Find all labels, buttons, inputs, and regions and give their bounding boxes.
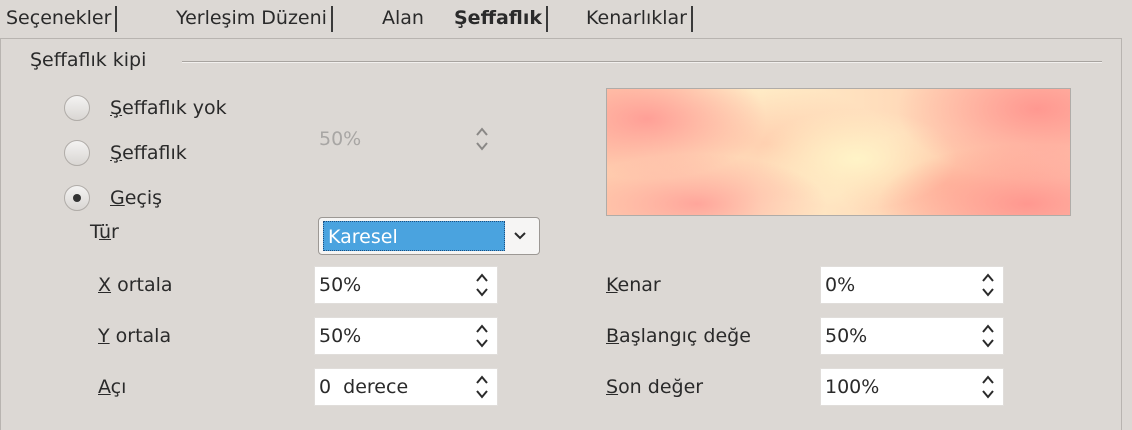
- tab-area[interactable]: Alan: [376, 0, 424, 36]
- up-down-chevron-icon[interactable]: [467, 126, 497, 152]
- tab-options[interactable]: Seçenekler: [0, 0, 118, 36]
- dropdown-selected-value: Karesel: [323, 221, 505, 251]
- angle-label: Açı: [98, 376, 127, 398]
- spin-value: 50%: [825, 325, 868, 347]
- up-down-chevron-icon[interactable]: [467, 272, 497, 298]
- tab-borders[interactable]: Kenarlıklar: [580, 0, 693, 36]
- tab-transparency[interactable]: Şeffaflık: [448, 0, 549, 36]
- spin-value: 0%: [825, 274, 856, 296]
- group-divider: [182, 61, 1102, 63]
- x-center-label: X ortala: [98, 274, 173, 296]
- type-label: Tür: [90, 221, 119, 243]
- start-value-spinbox[interactable]: 50%: [820, 317, 1004, 355]
- tab-label: Şeffaflık: [454, 7, 543, 29]
- radio-button[interactable]: [64, 140, 90, 166]
- radio-label: Geçiş: [110, 187, 163, 209]
- radio-button-selected[interactable]: [64, 185, 90, 211]
- up-down-chevron-icon[interactable]: [973, 272, 1003, 298]
- end-value-spinbox[interactable]: 100%: [820, 368, 1004, 406]
- up-down-chevron-icon[interactable]: [973, 323, 1003, 349]
- radio-gradient[interactable]: Geçiş: [64, 182, 162, 214]
- start-value-label: Başlangıç değe: [606, 325, 751, 347]
- y-center-spinbox[interactable]: 50%: [314, 317, 498, 355]
- up-down-chevron-icon[interactable]: [467, 323, 497, 349]
- chevron-down-icon[interactable]: [505, 231, 535, 241]
- tab-layout[interactable]: Yerleşim Düzeni: [170, 0, 333, 36]
- spin-value: 100%: [825, 376, 880, 398]
- tab-separator: [330, 5, 333, 32]
- tab-bar: Seçenekler Yerleşim Düzeni Alan Şeffaflı…: [0, 0, 1132, 38]
- tab-separator: [691, 5, 693, 32]
- up-down-chevron-icon[interactable]: [973, 374, 1003, 400]
- gradient-preview: [606, 88, 1071, 216]
- x-center-spinbox[interactable]: 50%: [314, 266, 498, 304]
- tab-separator: [115, 5, 118, 32]
- angle-spinbox[interactable]: 0 derece: [314, 368, 498, 406]
- tab-label: Alan: [382, 7, 424, 29]
- border-spinbox[interactable]: 0%: [820, 266, 1004, 304]
- radio-dot-icon: [73, 194, 81, 202]
- radio-transparency[interactable]: Şeffaflık: [64, 137, 187, 169]
- end-value-label: Son değer: [606, 376, 704, 398]
- tab-label: Seçenekler: [6, 7, 112, 29]
- gradient-type-dropdown[interactable]: Karesel: [318, 217, 540, 255]
- border-label: Kenar: [606, 274, 661, 296]
- spin-value: 50%: [319, 325, 362, 347]
- up-down-chevron-icon[interactable]: [467, 374, 497, 400]
- y-center-label: Y ortala: [98, 325, 172, 347]
- tab-label: Kenarlıklar: [586, 7, 687, 29]
- spin-value: 0 derece: [319, 376, 409, 398]
- radio-button[interactable]: [64, 95, 90, 121]
- transparency-spinbox[interactable]: 50%: [314, 120, 498, 158]
- spin-value: 50%: [319, 128, 362, 150]
- tab-label: Yerleşim Düzeni: [176, 7, 327, 29]
- radio-label: Şeffaflık yok: [110, 97, 227, 119]
- tab-separator: [546, 5, 549, 32]
- radio-no-transparency[interactable]: Şeffaflık yok: [64, 92, 227, 124]
- radio-label: Şeffaflık: [110, 142, 187, 164]
- spin-value: 50%: [319, 274, 362, 296]
- group-label-transparency-mode: Şeffaflık kipi: [30, 49, 147, 71]
